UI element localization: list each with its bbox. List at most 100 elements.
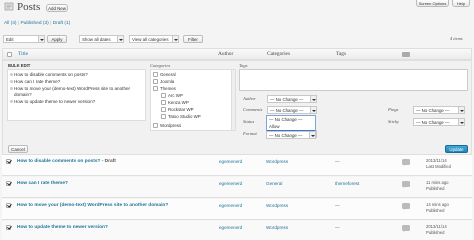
column-tags: Tags	[336, 51, 347, 57]
table-row: How to move your (demo-text) WordPress s…	[2, 199, 472, 220]
sticky-label: Sticky	[388, 119, 399, 124]
post-status: Last Modified	[426, 164, 451, 169]
post-category[interactable]: Wordpress	[266, 159, 288, 164]
scrollbar[interactable]	[231, 70, 235, 130]
post-status: Published	[426, 186, 445, 191]
bulk-edit-post-list: How to disable comments on posts? How ca…	[7, 69, 146, 121]
category-checkbox[interactable]	[161, 114, 166, 119]
post-title-link[interactable]: How to move your (demo-text) WordPress s…	[17, 203, 168, 208]
categories-label: Categories	[150, 63, 171, 68]
category-item: Rockstar WP	[168, 107, 194, 112]
post-author[interactable]: egemenerd	[219, 225, 242, 230]
remove-post-icon[interactable]	[10, 73, 13, 76]
add-new-button[interactable]: Add New	[46, 4, 68, 12]
page-title: Posts	[17, 1, 41, 13]
remove-post-icon[interactable]	[10, 87, 13, 90]
filter-published-link[interactable]: Published (3)	[20, 21, 48, 26]
remove-post-icon[interactable]	[10, 100, 13, 103]
post-author[interactable]: egemenerd	[219, 159, 242, 164]
bulk-post-item: How to update theme to newer version?	[14, 99, 96, 104]
category-checkbox[interactable]	[153, 86, 158, 91]
category-checkbox[interactable]	[161, 107, 166, 112]
category-item: Arc WP	[168, 93, 183, 98]
bulk-post-item: How to move your (demo-text) WordPress s…	[14, 86, 131, 97]
bulk-post-item: How can I rate theme?	[14, 79, 61, 84]
status-separator: |	[50, 21, 52, 26]
column-author: Author	[218, 51, 234, 57]
sticky-select[interactable]: — No Change —	[413, 118, 465, 126]
post-status: Published	[426, 208, 445, 213]
post-date: 2013/11/14	[426, 158, 447, 163]
author-select[interactable]: — No Change —	[267, 95, 317, 103]
items-count: 4 items	[450, 36, 463, 41]
row-checkbox[interactable]	[6, 181, 11, 186]
select-all-checkbox[interactable]	[7, 52, 12, 57]
comments-column-icon	[402, 52, 410, 57]
comment-bubble-icon[interactable]	[402, 159, 410, 166]
pings-label: Pings	[388, 107, 399, 112]
bulk-edit-panel: BULK EDIT How to disable comments on pos…	[2, 60, 472, 155]
filter-button[interactable]: Filter	[183, 35, 203, 43]
posts-icon	[4, 2, 15, 11]
categories-filter-select[interactable]: View all categories	[129, 35, 179, 43]
category-checkbox[interactable]	[153, 123, 158, 128]
category-checkbox[interactable]	[153, 72, 158, 77]
post-status: Published	[426, 230, 445, 235]
dropdown-option[interactable]: Allow	[267, 123, 315, 130]
bulk-post-item: How to disable comments on posts?	[14, 72, 88, 77]
table-row: How can I rate theme? egemenerd General …	[2, 177, 472, 198]
post-title-link[interactable]: How to update theme to newer version?	[17, 225, 108, 230]
comment-bubble-icon[interactable]	[402, 203, 410, 210]
bulk-action-select[interactable]: Edit	[3, 35, 45, 43]
post-author[interactable]: egemenerd	[219, 181, 242, 186]
category-item: Tatoo Studio WP	[168, 114, 201, 119]
category-checklist[interactable]: General Joomla Themes Arc WP Kenza WP Ro…	[150, 69, 236, 131]
table-row: How to disable comments on posts? - Draf…	[2, 155, 472, 176]
author-label: Author	[243, 96, 256, 101]
post-author[interactable]: egemenerd	[219, 203, 242, 208]
dates-select[interactable]: Show all dates	[79, 35, 124, 43]
post-category[interactable]: Wordpress	[266, 203, 288, 208]
comment-bubble-icon[interactable]	[402, 181, 410, 188]
pings-select[interactable]: — No Change —	[413, 106, 465, 114]
cancel-button[interactable]: Cancel	[8, 145, 28, 153]
comment-bubble-icon[interactable]	[402, 225, 410, 232]
status-select[interactable]: — No Change —	[266, 131, 316, 139]
category-item: Joomla	[160, 79, 175, 84]
post-category[interactable]: Wordpress	[266, 225, 288, 230]
dropdown-option[interactable]: — No Change —	[267, 116, 315, 123]
row-checkbox[interactable]	[6, 225, 11, 230]
table-row: How to update theme to newer version? eg…	[2, 221, 472, 240]
tags-textarea[interactable]	[239, 69, 468, 91]
update-button[interactable]: Update	[445, 145, 468, 153]
category-checkbox[interactable]	[161, 100, 166, 105]
row-checkbox[interactable]	[6, 159, 11, 164]
category-checkbox[interactable]	[161, 93, 166, 98]
apply-button[interactable]: Apply	[47, 35, 67, 43]
post-tags: —	[335, 159, 340, 164]
screen-options-button[interactable]: Screen Options	[416, 0, 449, 7]
comments-select[interactable]: — No Change —	[267, 106, 317, 114]
post-title-link[interactable]: How can I rate theme?	[17, 181, 68, 186]
post-tags: —	[335, 203, 340, 208]
help-button[interactable]: Help	[452, 0, 470, 7]
category-item: Themes	[160, 86, 176, 91]
status-separator: |	[17, 21, 20, 26]
post-category[interactable]: General	[266, 181, 282, 186]
filter-all-link[interactable]: All (4)	[4, 21, 17, 26]
column-title[interactable]: Title	[18, 51, 28, 57]
format-label: Format	[243, 131, 257, 136]
post-tags: —	[335, 225, 340, 230]
remove-post-icon[interactable]	[10, 80, 13, 83]
column-categories: Categories	[267, 51, 291, 57]
row-checkbox[interactable]	[6, 203, 11, 208]
status-label: Status	[243, 119, 255, 124]
post-date: 11 mins ago	[426, 180, 449, 185]
table-header: Title Author Categories Tags	[2, 48, 472, 60]
post-date: 14 mins ago	[426, 202, 449, 207]
post-tags[interactable]: themeforest	[335, 181, 359, 186]
filter-draft-link[interactable]: Draft (1)	[53, 21, 71, 26]
category-checkbox[interactable]	[153, 79, 158, 84]
post-title-link[interactable]: How to disable comments on posts? - Draf…	[17, 159, 116, 164]
category-item: General	[160, 72, 176, 77]
